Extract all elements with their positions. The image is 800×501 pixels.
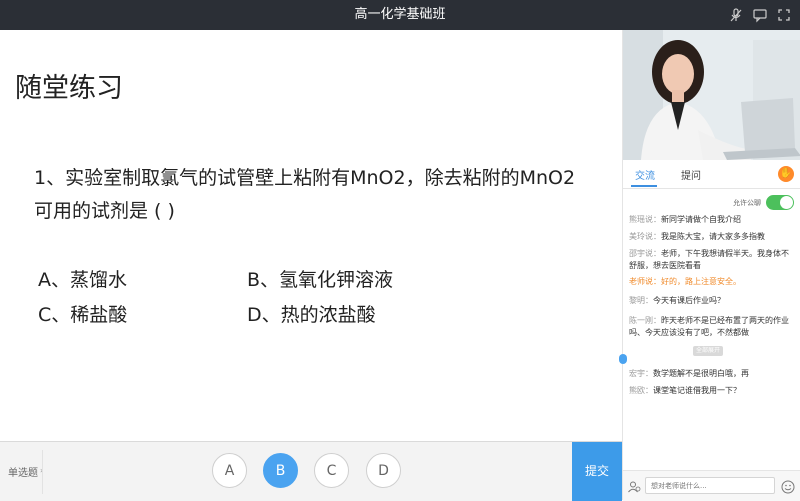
allow-chat-label: 允许公聊 [733,199,761,207]
chat-sender: 熊瑶说： [629,215,661,224]
chat-text: 课堂笔记谁借我用一下？ [653,386,741,395]
chat-message: 熊瑶说：新同学请做个自我介绍 [629,214,795,226]
option-b: B、氢氧化钾溶液 [247,269,394,291]
chat-input[interactable] [645,477,775,494]
expand-all-button[interactable]: 全部展开 [693,346,723,356]
chat-text: 数学题解不是很明白哦，再 [653,369,749,378]
allow-chat-toggle[interactable] [766,195,794,210]
chat-message-teacher: 老师说：好的，路上注意安全。 [629,276,795,288]
chat-sender: 熊欧： [629,386,653,395]
option-d: D、热的浓盐酸 [247,304,376,326]
question-line-1: 1、实验室制取氯气的试管壁上粘附有MnO2，除去粘附的MnO2 [34,167,576,189]
chat-message: 黎明：今天有课后作业吗？ [629,295,795,307]
chat-text: 今天有课后作业吗？ [653,296,725,305]
chat-sender: 邵宇说： [629,249,661,258]
active-tab-indicator [631,185,657,187]
chat-message: 邵宇说：老师，下午我想请假半天。我身体不舒服，想去医院看看 [629,248,795,272]
choice-d-button[interactable]: D [366,453,401,488]
chat-text: 好的，路上注意安全。 [661,277,741,286]
person-icon[interactable] [627,479,641,493]
question-line-2: 可用的试剂是 ( ) [34,200,175,222]
panel-collapse-handle[interactable] [619,354,627,364]
chat-message: 宏宇：数学题解不是很明白哦，再 [629,368,795,380]
title-bar: 高一化学基础班 [0,0,800,30]
fullscreen-icon[interactable] [776,7,792,23]
divider [42,450,43,494]
panel-tabs: 交流 提问 ✋ [623,160,800,189]
chat-input-bar [623,470,800,501]
chat-bubble-icon[interactable] [752,7,768,23]
question-type-label[interactable]: 单选题 [8,464,38,479]
choice-b-button[interactable]: B [263,453,298,488]
chat-sender: 美玲说： [629,232,661,241]
choice-a-button[interactable]: A [212,453,247,488]
teacher-video [623,30,800,160]
submit-button[interactable]: 提交 [572,442,622,501]
slide-heading: 随堂练习 [15,73,123,104]
chat-sender: 老师说： [629,277,661,286]
slide-area: 随堂练习 1、实验室制取氯气的试管壁上粘附有MnO2，除去粘附的MnO2 可用的… [0,30,622,440]
chat-message: 熊欧：课堂笔记谁借我用一下？ [629,385,795,397]
question-text: 1、实验室制取氯气的试管壁上粘附有MnO2，除去粘附的MnO2 可用的试剂是 (… [34,162,604,228]
choice-c-button[interactable]: C [314,453,349,488]
teacher-video-image [623,30,800,160]
chat-text: 新同学请做个自我介绍 [661,215,741,224]
mic-icon[interactable] [728,7,744,23]
chat-message: 陈一刚：昨天老师不是已经布置了两天的作业吗、今天应该没有了吧，不然都做 [629,315,795,339]
chat-sender: 陈一刚： [629,316,661,325]
window-title: 高一化学基础班 [354,7,446,22]
chat-sender: 黎明： [629,296,653,305]
answer-bar: 单选题 › A B C D 提交 [0,441,622,501]
option-c: C、稀盐酸 [38,304,128,326]
side-panel: 交流 提问 ✋ 允许公聊 熊瑶说：新同学请做个自我介绍 美玲说：我是陈大宝，请大… [619,30,800,501]
toggle-knob [780,196,793,209]
option-a: A、蒸馏水 [38,269,127,291]
chat-text: 我是陈大宝，请大家多多指教 [661,232,765,241]
tab-chat[interactable]: 交流 [635,167,655,182]
emoji-icon[interactable] [781,479,795,494]
tab-question[interactable]: 提问 [681,167,701,182]
chat-sender: 宏宇： [629,369,653,378]
chat-message: 美玲说：我是陈大宝，请大家多多指教 [629,231,795,243]
raise-hand-icon[interactable]: ✋ [778,166,794,182]
